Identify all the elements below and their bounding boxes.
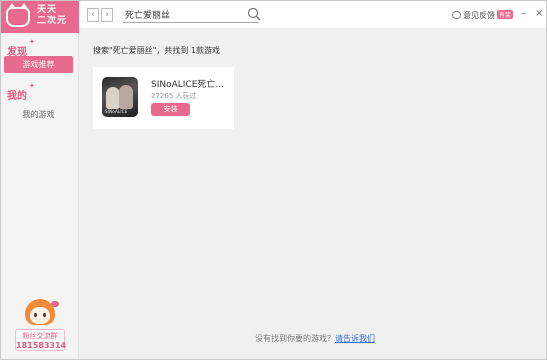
search-result-summary: 搜索"死亡爱丽丝"，共找到 1款游戏 — [93, 45, 220, 56]
back-arrow-icon: ‹ — [91, 10, 95, 20]
result-prefix: 搜索" — [93, 46, 113, 55]
section-mine-label: 我的 — [7, 91, 27, 102]
feedback-button[interactable]: 意见反馈 有奖 — [452, 10, 514, 22]
search-icon[interactable] — [247, 7, 261, 21]
back-button[interactable]: ‹ — [87, 8, 99, 22]
sparkle-icon: ✦ — [29, 38, 35, 46]
thumbnail-tag: SINoALICE — [105, 109, 128, 114]
app-logo[interactable]: 天天 二次元 — [1, 1, 79, 33]
logo-line-2: 二次元 — [37, 16, 68, 26]
result-keyword: 死亡爱丽丝 — [112, 46, 153, 55]
feedback-label: 意见反馈 — [463, 11, 495, 20]
footer-text: 没有找到你要的游戏？ — [255, 334, 335, 343]
search-input[interactable] — [123, 6, 259, 23]
game-card[interactable]: SINoALICE SINoALICE死亡... 27265 人玩过 安装 — [93, 67, 234, 129]
game-thumbnail[interactable]: SINoALICE — [102, 77, 138, 117]
sidebar: 天天 二次元 发现 ✦ 游戏推荐 我的 ✦ 我的游戏 粉丝交流群 1815833… — [1, 1, 79, 359]
sidebar-item-recommended[interactable]: 游戏推荐 — [4, 56, 73, 73]
minimize-button[interactable]: – — [521, 9, 526, 19]
result-suffix: "，共找到 — [152, 46, 191, 55]
cat-logo-icon — [6, 3, 30, 27]
sparkle-icon: ✦ — [29, 82, 35, 90]
chat-icon — [452, 11, 461, 19]
game-players: 27265 人玩过 — [151, 92, 197, 100]
mascot-image — [15, 299, 65, 331]
install-button[interactable]: 安装 — [151, 103, 190, 116]
main-content: 搜索"死亡爱丽丝"，共找到 1款游戏 SINoALICE SINoALICE死亡… — [79, 29, 546, 359]
forward-button[interactable]: › — [101, 8, 113, 22]
minimize-icon: – — [521, 8, 526, 19]
result-unit: 款游戏 — [196, 46, 221, 55]
tell-us-link[interactable]: 请告诉我们 — [335, 334, 375, 343]
fan-group-badge[interactable]: 粉丝交流群 181583314 — [15, 329, 67, 351]
forward-arrow-icon: › — [105, 10, 109, 20]
feedback-badge: 有奖 — [497, 10, 514, 19]
top-bar: ‹ › 意见反馈有奖 – × — [79, 1, 546, 29]
footer-note: 没有找到你要的游戏？请告诉我们 — [255, 333, 375, 344]
close-button[interactable]: × — [535, 9, 543, 19]
logo-line-1: 天天 — [37, 5, 58, 15]
section-mine: 我的 ✦ — [7, 82, 35, 102]
logo-text: 天天 二次元 — [37, 5, 75, 27]
app-window: 天天 二次元 发现 ✦ 游戏推荐 我的 ✦ 我的游戏 粉丝交流群 1815833… — [0, 0, 547, 360]
game-title[interactable]: SINoALICE死亡... — [151, 77, 224, 90]
close-icon: × — [535, 8, 544, 19]
sidebar-item-my-games[interactable]: 我的游戏 — [4, 106, 73, 123]
fan-group-number: 181583314 — [16, 341, 67, 350]
fan-group-name: 粉丝交流群 — [22, 332, 58, 340]
